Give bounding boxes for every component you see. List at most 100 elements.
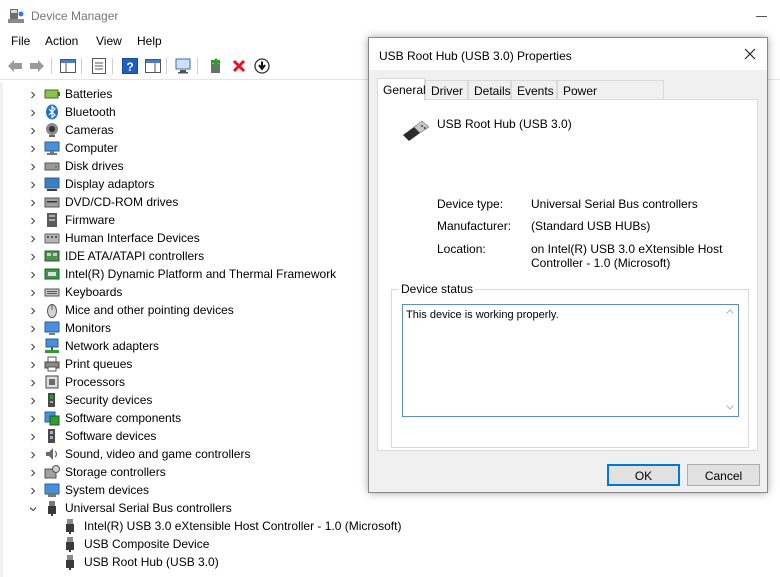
- tree-item-label: Intel(R) Dynamic Platform and Thermal Fr…: [65, 267, 337, 281]
- ide-controller-icon: [44, 248, 60, 264]
- tab-general[interactable]: General: [377, 78, 426, 101]
- tree-item[interactable]: System devices: [0, 481, 368, 499]
- chevron-right-icon[interactable]: [28, 395, 38, 405]
- sound-icon: [44, 446, 60, 462]
- device-status-legend: Device status: [399, 282, 476, 296]
- scroll-down-icon: [726, 405, 734, 410]
- tree-child-item[interactable]: USB Composite Device: [0, 535, 368, 553]
- chevron-right-icon[interactable]: [28, 143, 38, 153]
- tree-item-label: System devices: [65, 483, 150, 497]
- device-manager-icon: [8, 8, 24, 24]
- tree-item[interactable]: Software devices: [0, 427, 368, 445]
- uninstall-icon[interactable]: [229, 57, 248, 75]
- system-device-icon: [44, 482, 60, 498]
- tree-item[interactable]: Display adaptors: [0, 175, 368, 193]
- bluetooth-icon: [44, 104, 60, 120]
- cancel-button[interactable]: Cancel: [687, 464, 760, 486]
- tree-item-label: Sound, video and game controllers: [65, 447, 251, 461]
- tree-item[interactable]: Intel(R) Dynamic Platform and Thermal Fr…: [0, 265, 368, 283]
- chevron-right-icon[interactable]: [28, 125, 38, 135]
- properties-icon[interactable]: [89, 57, 108, 75]
- menu-view[interactable]: View: [95, 34, 123, 48]
- tree-item-label: Storage controllers: [65, 465, 166, 479]
- tab-details[interactable]: Details: [468, 80, 511, 100]
- tab-events[interactable]: Events: [511, 80, 557, 100]
- status-scrollbar[interactable]: [722, 305, 738, 416]
- security-device-icon: [44, 392, 60, 408]
- device-status-textbox[interactable]: This device is working properly.: [402, 304, 739, 417]
- tab-driver[interactable]: Driver: [425, 80, 468, 100]
- monitor-icon: [44, 320, 60, 336]
- tree-item[interactable]: Keyboards: [0, 283, 368, 301]
- hid-icon: [44, 230, 60, 246]
- chevron-down-icon[interactable]: [28, 503, 38, 513]
- chevron-right-icon[interactable]: [28, 215, 38, 225]
- forward-icon[interactable]: [27, 57, 46, 75]
- chevron-right-icon[interactable]: [28, 161, 38, 171]
- scan-hardware-icon[interactable]: [174, 57, 193, 75]
- action-pane-icon[interactable]: [143, 57, 162, 75]
- tree-item[interactable]: Software components: [0, 409, 368, 427]
- tree-item[interactable]: Security devices: [0, 391, 368, 409]
- tree-item[interactable]: Sound, video and game controllers: [0, 445, 368, 463]
- update-driver-icon[interactable]: [206, 57, 225, 75]
- tree-item-label: Monitors: [65, 321, 112, 335]
- tree-item[interactable]: Print queues: [0, 355, 368, 373]
- chevron-right-icon[interactable]: [28, 413, 38, 423]
- tree-item[interactable]: Network adapters: [0, 337, 368, 355]
- chevron-right-icon[interactable]: [28, 431, 38, 441]
- chevron-right-icon[interactable]: [28, 269, 38, 279]
- chevron-right-icon[interactable]: [28, 197, 38, 207]
- ok-button[interactable]: OK: [607, 464, 680, 486]
- chevron-right-icon[interactable]: [28, 107, 38, 117]
- chevron-right-icon[interactable]: [28, 359, 38, 369]
- menu-file[interactable]: File: [10, 34, 31, 48]
- tree-item[interactable]: Bluetooth: [0, 103, 368, 121]
- tree-item[interactable]: Mice and other pointing devices: [0, 301, 368, 319]
- chevron-right-icon[interactable]: [28, 179, 38, 189]
- device-status-group: Device status This device is working pro…: [391, 282, 749, 448]
- chevron-right-icon[interactable]: [28, 323, 38, 333]
- dialog-title: USB Root Hub (USB 3.0) Properties: [379, 49, 572, 63]
- tree-item[interactable]: Universal Serial Bus controllers: [0, 499, 368, 517]
- chevron-right-icon[interactable]: [28, 305, 38, 315]
- tree-item[interactable]: Cameras: [0, 121, 368, 139]
- tree-item[interactable]: Processors: [0, 373, 368, 391]
- tree-item-label: Disk drives: [65, 159, 124, 173]
- chevron-right-icon[interactable]: [28, 89, 38, 99]
- properties-dialog: USB Root Hub (USB 3.0) Properties Genera…: [368, 37, 768, 493]
- chevron-right-icon[interactable]: [28, 485, 38, 495]
- back-icon[interactable]: [5, 57, 24, 75]
- device-tree: Batteries Bluetooth Cameras Computer Disk dr…: [0, 83, 401, 577]
- tree-child-item[interactable]: Intel(R) USB 3.0 eXtensible Host Control…: [0, 517, 401, 535]
- chevron-right-icon[interactable]: [28, 449, 38, 459]
- chevron-right-icon[interactable]: [28, 233, 38, 243]
- tree-child-label: Intel(R) USB 3.0 eXtensible Host Control…: [84, 519, 402, 533]
- tree-item[interactable]: Human Interface Devices: [0, 229, 368, 247]
- disable-icon[interactable]: [252, 57, 271, 75]
- tree-child-item[interactable]: USB Root Hub (USB 3.0): [0, 553, 368, 571]
- tree-item[interactable]: Monitors: [0, 319, 368, 337]
- chevron-right-icon[interactable]: [28, 251, 38, 261]
- tab-power-management[interactable]: Power Management: [557, 80, 664, 112]
- chevron-right-icon[interactable]: [28, 467, 38, 477]
- dialog-close-button[interactable]: [734, 42, 766, 66]
- help-icon[interactable]: ?: [120, 57, 139, 75]
- chevron-right-icon[interactable]: [28, 287, 38, 297]
- tree-item[interactable]: Batteries: [0, 85, 368, 103]
- chevron-right-icon[interactable]: [28, 341, 38, 351]
- dvd-drive-icon: [44, 194, 60, 210]
- tree-item[interactable]: Computer: [0, 139, 368, 157]
- menu-action[interactable]: Action: [44, 34, 79, 48]
- manufacturer-label: Manufacturer:: [437, 219, 512, 233]
- tree-item[interactable]: Firmware: [0, 211, 368, 229]
- show-hide-console-tree-icon[interactable]: [58, 57, 77, 75]
- tree-item[interactable]: Storage controllers: [0, 463, 368, 481]
- tree-item[interactable]: IDE ATA/ATAPI controllers: [0, 247, 368, 265]
- chevron-right-icon[interactable]: [28, 377, 38, 387]
- tree-item[interactable]: Disk drives: [0, 157, 368, 175]
- minimize-button[interactable]: [744, 4, 780, 28]
- software-device-icon: [44, 428, 60, 444]
- tree-item[interactable]: DVD/CD-ROM drives: [0, 193, 368, 211]
- menu-help[interactable]: Help: [136, 34, 163, 48]
